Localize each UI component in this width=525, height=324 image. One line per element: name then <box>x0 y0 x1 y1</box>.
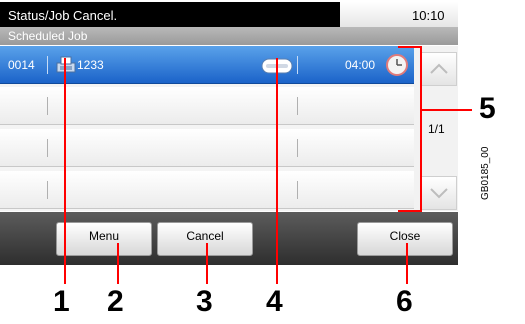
close-button[interactable]: Close <box>357 222 453 256</box>
page-indicator: 1/1 <box>428 122 445 136</box>
callout-number-1: 1 <box>53 285 70 318</box>
job-row-empty[interactable] <box>0 171 414 209</box>
job-row-selected[interactable]: 0014 1233 04:00 <box>0 46 414 84</box>
chevron-down-icon <box>430 188 448 199</box>
callout-bracket-top <box>398 46 422 48</box>
column-divider <box>297 56 298 74</box>
job-number: 0014 <box>8 58 35 72</box>
callout-number-4: 4 <box>266 285 283 318</box>
scroll-down-button[interactable] <box>421 176 457 210</box>
fax-icon <box>56 56 76 79</box>
callout-number-2: 2 <box>107 285 124 318</box>
callout-number-5: 5 <box>479 92 496 125</box>
figure-code: GB0185_00 <box>480 146 491 200</box>
callout-bracket-bottom <box>398 210 422 212</box>
clock-icon <box>386 54 408 81</box>
job-row-empty[interactable] <box>0 87 414 125</box>
callout-number-3: 3 <box>196 285 213 318</box>
screen-title: Status/Job Cancel. <box>8 8 118 23</box>
sub-header-title: Scheduled Job <box>8 29 88 43</box>
column-divider <box>297 181 298 199</box>
column-divider <box>47 139 48 157</box>
callout-number-6: 6 <box>396 285 413 318</box>
callout-line-3 <box>206 243 208 284</box>
chevron-up-icon <box>430 63 448 74</box>
cancel-button[interactable]: Cancel <box>157 222 253 256</box>
job-list: 0014 1233 04:00 <box>0 46 414 211</box>
scroll-up-button[interactable] <box>421 52 457 86</box>
job-name: 1233 <box>77 58 104 72</box>
callout-line-5 <box>420 109 472 111</box>
column-divider <box>47 97 48 115</box>
job-time: 04:00 <box>345 58 376 72</box>
column-divider <box>47 56 48 74</box>
callout-bracket-side <box>420 46 422 212</box>
column-divider <box>297 97 298 115</box>
clock-time: 10:10 <box>412 8 445 23</box>
callout-line-1 <box>64 58 66 284</box>
callout-line-4 <box>276 58 278 284</box>
column-divider <box>47 181 48 199</box>
menu-button[interactable]: Menu <box>56 222 152 256</box>
callout-line-6 <box>406 243 408 284</box>
callout-line-2 <box>117 243 119 284</box>
job-row-empty[interactable] <box>0 129 414 167</box>
column-divider <box>297 139 298 157</box>
